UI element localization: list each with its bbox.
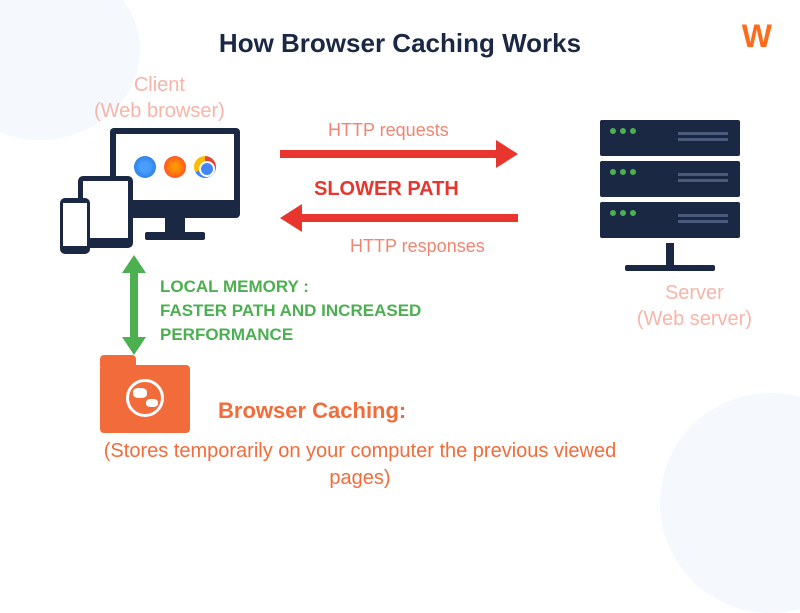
client-label-line1: Client bbox=[134, 74, 185, 96]
cache-folder-icon bbox=[100, 365, 190, 433]
client-label-line2: (Web browser) bbox=[94, 100, 225, 122]
http-responses-label: HTTP responses bbox=[350, 236, 485, 257]
diagram-title: How Browser Caching Works bbox=[0, 28, 800, 59]
server-base bbox=[625, 265, 715, 271]
local-memory-line1: LOCAL MEMORY : bbox=[160, 277, 309, 296]
server-rack-unit bbox=[600, 202, 740, 238]
server-label: Server (Web server) bbox=[637, 280, 752, 332]
server-stand bbox=[666, 243, 674, 265]
server-icon bbox=[600, 120, 740, 271]
client-devices-icon bbox=[60, 128, 250, 258]
local-memory-line3: PERFORMANCE bbox=[160, 325, 293, 344]
client-label: Client (Web browser) bbox=[94, 72, 225, 124]
local-memory-label: LOCAL MEMORY : FASTER PATH AND INCREASED… bbox=[160, 275, 480, 346]
background-blob bbox=[660, 393, 800, 613]
local-memory-line2: FASTER PATH AND INCREASED bbox=[160, 301, 421, 320]
server-rack-unit bbox=[600, 161, 740, 197]
arrow-right-icon bbox=[280, 150, 500, 158]
server-label-line1: Server bbox=[665, 282, 724, 304]
arrow-left-icon bbox=[298, 214, 518, 222]
server-label-line2: (Web server) bbox=[637, 308, 752, 330]
firefox-icon bbox=[164, 156, 186, 178]
safari-icon bbox=[134, 156, 156, 178]
browser-caching-description: (Stores temporarily on your computer the… bbox=[80, 438, 640, 492]
globe-icon bbox=[126, 379, 164, 417]
server-rack-unit bbox=[600, 120, 740, 156]
monitor-base bbox=[145, 232, 205, 240]
browser-caching-title: Browser Caching: bbox=[218, 398, 406, 424]
chrome-icon bbox=[194, 156, 216, 178]
phone-icon bbox=[60, 198, 90, 254]
http-requests-label: HTTP requests bbox=[328, 120, 449, 141]
monitor-screen bbox=[116, 134, 234, 200]
arrow-bidirectional-icon bbox=[130, 270, 138, 340]
slower-path-label: SLOWER PATH bbox=[314, 178, 459, 201]
